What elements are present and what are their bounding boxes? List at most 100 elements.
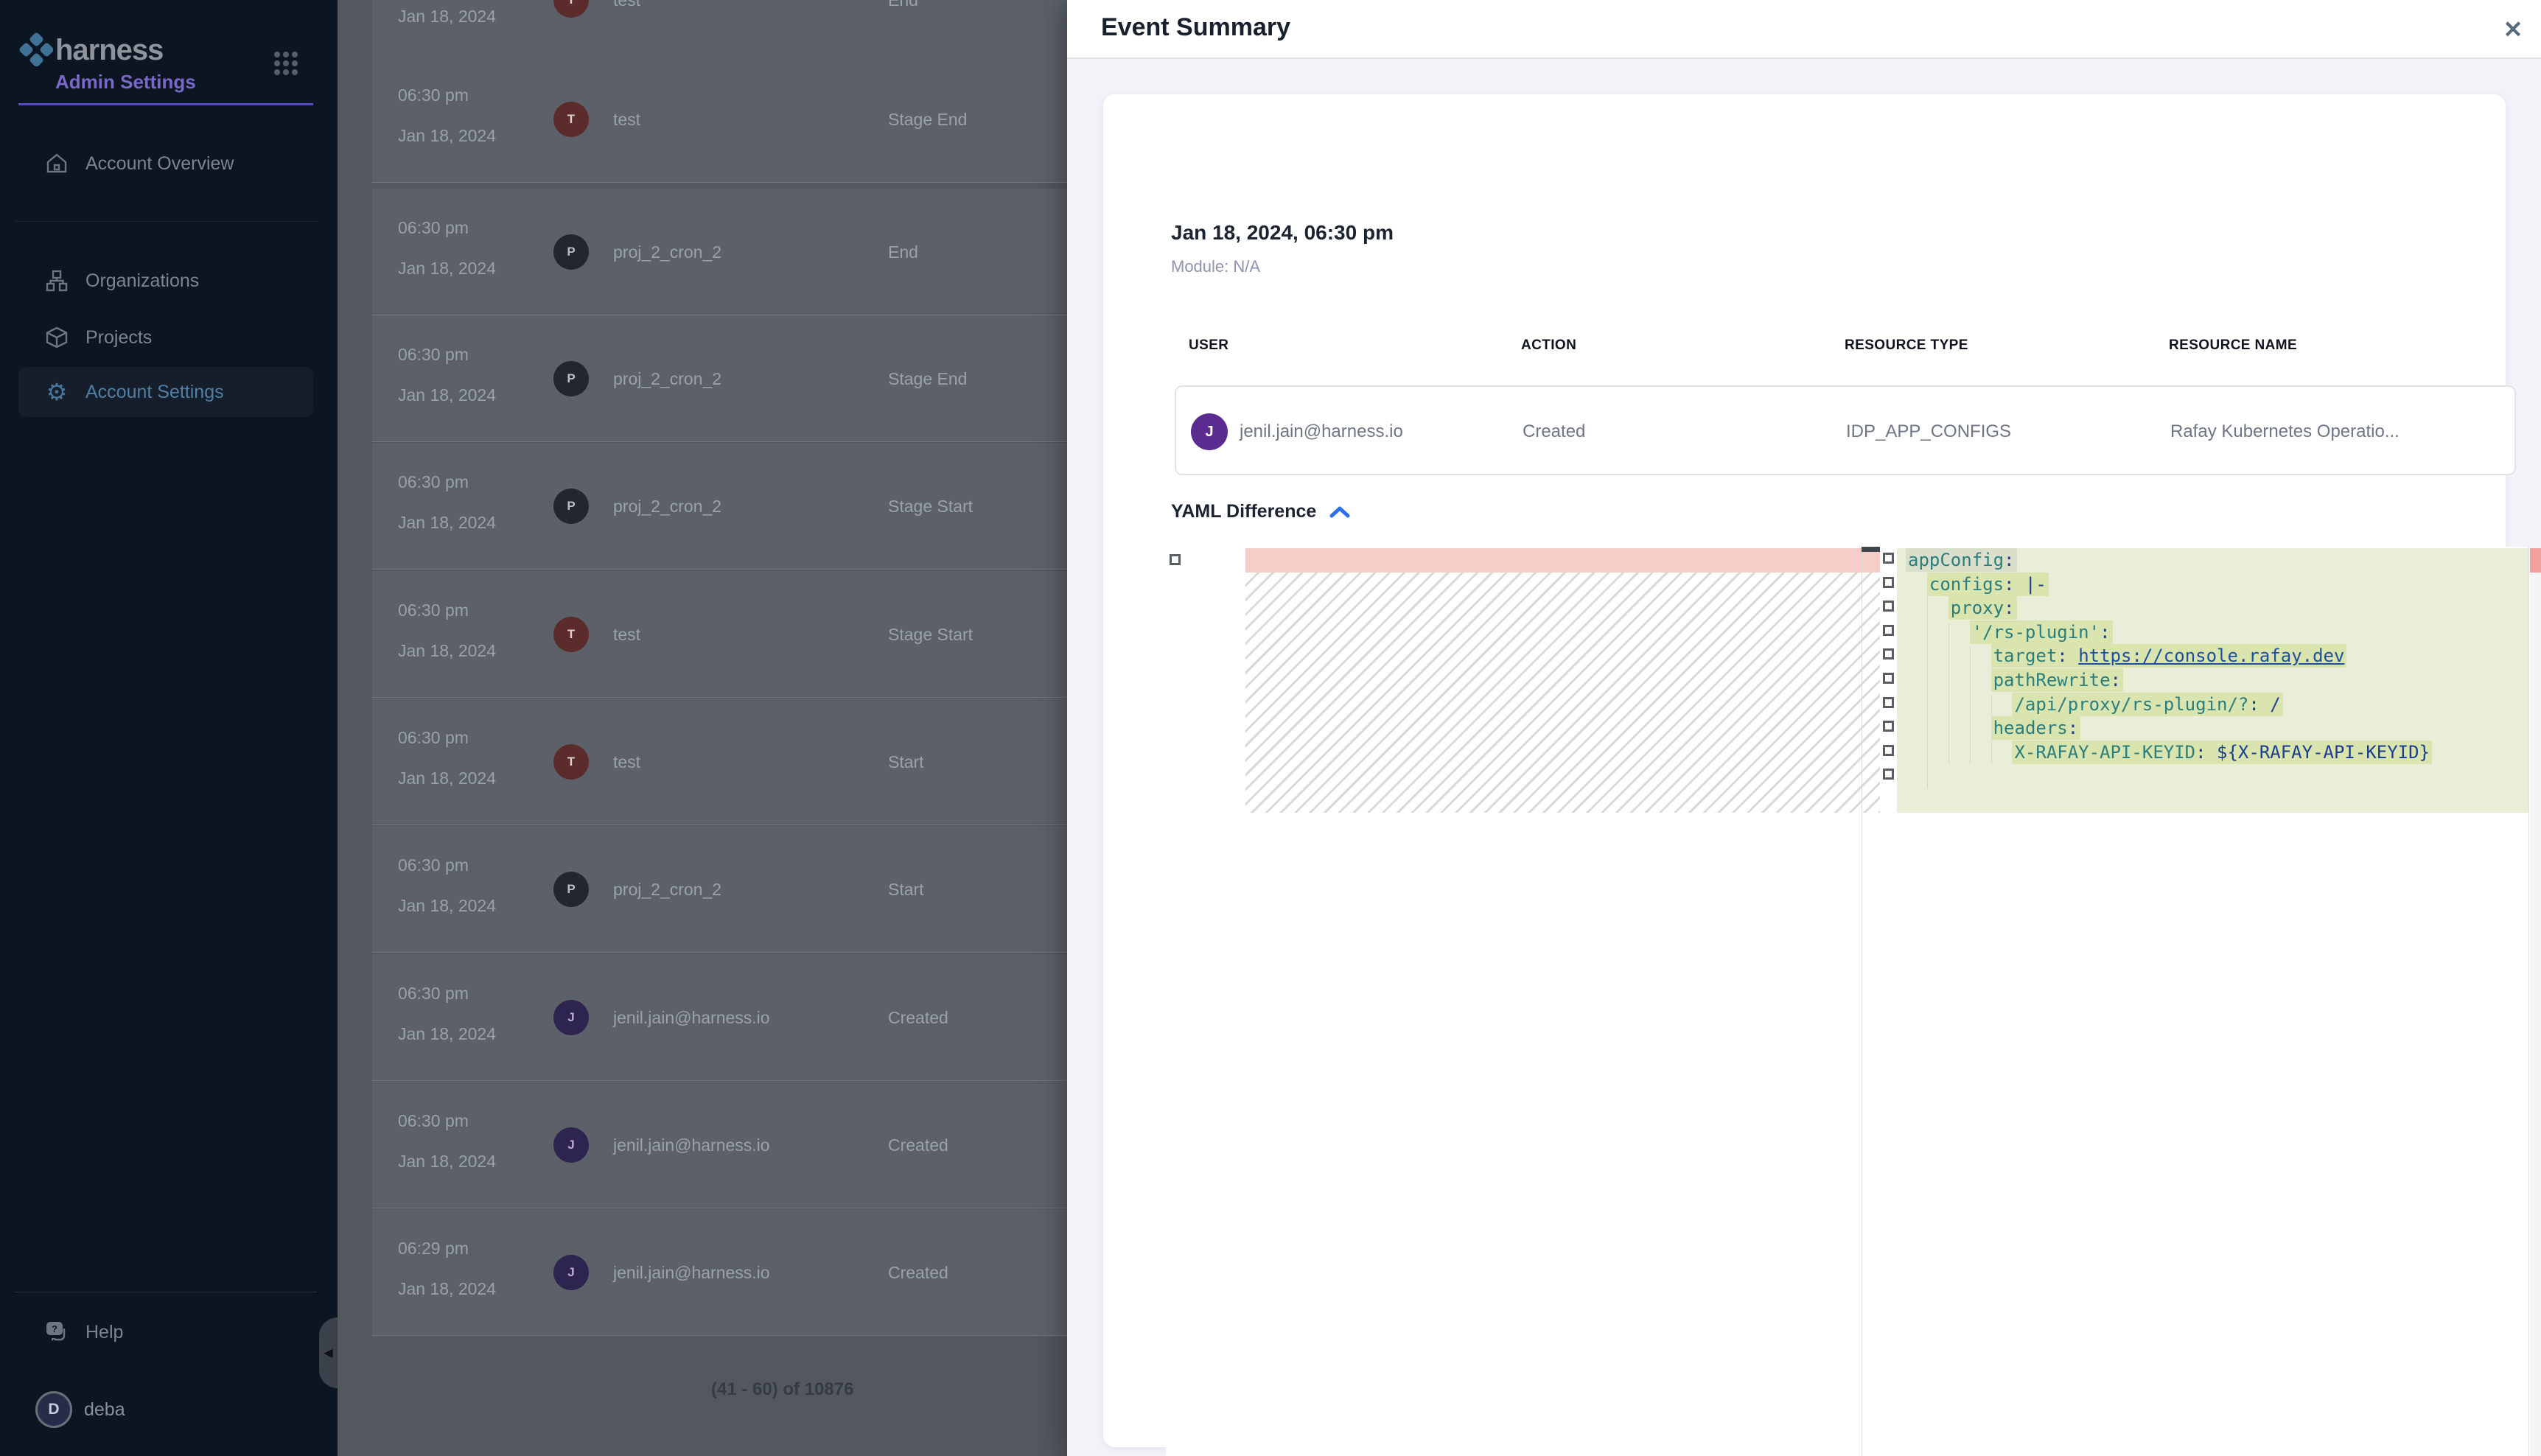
event-action: End bbox=[888, 242, 918, 262]
diff-gutter-marker[interactable] bbox=[1883, 673, 1894, 684]
sidebar-item-help[interactable]: ? Help bbox=[18, 1307, 313, 1357]
diff-gutter-marker[interactable] bbox=[1883, 745, 1894, 756]
diff-gutter-marker[interactable] bbox=[1883, 721, 1894, 732]
diff-token: |- bbox=[2025, 574, 2047, 595]
event-time: 06:30 pm bbox=[398, 1111, 469, 1131]
sidebar: harness Admin Settings Account Overview bbox=[0, 0, 338, 1456]
sidebar-item-label: Projects bbox=[85, 327, 152, 349]
sidebar-item-account-settings[interactable]: ⚙ Account Settings bbox=[18, 367, 313, 417]
diff-link[interactable]: https://console.rafay.dev bbox=[2078, 645, 2344, 666]
diff-code-line: pathRewrite: bbox=[1897, 668, 2528, 693]
diff-gutter-marker[interactable] bbox=[1883, 553, 1894, 564]
event-user-name: test bbox=[613, 110, 640, 130]
record-user: jenil.jain@harness.io bbox=[1240, 421, 1403, 442]
diff-gutter-marker[interactable] bbox=[1883, 625, 1894, 636]
event-date: Jan 18, 2024 bbox=[398, 1024, 496, 1044]
diff-empty-region bbox=[1245, 573, 1880, 813]
user-menu[interactable]: D deba bbox=[35, 1391, 125, 1428]
event-user-name: test bbox=[613, 752, 640, 772]
event-user-name: proj_2_cron_2 bbox=[613, 880, 721, 900]
diff-token: : bbox=[2004, 574, 2014, 595]
diff-gutter-marker[interactable] bbox=[1883, 769, 1894, 780]
event-action: Created bbox=[888, 1263, 948, 1283]
indent-guide-line bbox=[1927, 596, 1928, 788]
yaml-difference-toggle[interactable]: YAML Difference bbox=[1171, 501, 1316, 522]
event-summary-card: Jan 18, 2024, 06:30 pm Module: N/A USER … bbox=[1103, 94, 2506, 1447]
diff-gutter-marker[interactable] bbox=[1883, 697, 1894, 708]
diff-token: configs bbox=[1929, 574, 2004, 595]
sidebar-item-projects[interactable]: Projects bbox=[18, 312, 313, 363]
diff-code-line: '/rs-plugin': bbox=[1897, 620, 2528, 645]
event-time: 06:30 pm bbox=[398, 85, 469, 105]
event-time: 06:30 pm bbox=[398, 855, 469, 875]
diff-gutter-marker[interactable] bbox=[1883, 648, 1894, 659]
diff-token: : bbox=[2004, 550, 2014, 570]
diff-token: target bbox=[1993, 645, 2058, 666]
event-user-name: jenil.jain@harness.io bbox=[613, 1008, 770, 1028]
sidebar-collapse-handle[interactable]: ◀ bbox=[319, 1317, 338, 1388]
sidebar-item-label: Organizations bbox=[85, 270, 199, 292]
help-chat-icon: ? bbox=[44, 1320, 69, 1345]
diff-gutter-marker[interactable] bbox=[1170, 554, 1181, 565]
diff-token: : bbox=[2057, 645, 2067, 666]
event-time: 06:30 pm bbox=[398, 984, 469, 1004]
yaml-diff-editor[interactable]: appConfig:configs: |-proxy:'/rs-plugin':… bbox=[1166, 547, 2541, 1456]
drawer-header: Event Summary ✕ bbox=[1067, 0, 2541, 59]
avatar: J bbox=[1191, 413, 1228, 450]
event-time: 06:29 pm bbox=[398, 1239, 469, 1259]
event-time: 06:30 pm bbox=[398, 601, 469, 620]
event-date: Jan 18, 2024 bbox=[398, 7, 496, 27]
avatar: P bbox=[553, 872, 589, 907]
diff-token: pathRewrite bbox=[1993, 670, 2111, 690]
diff-char-highlight: proxy: bbox=[1948, 596, 2017, 620]
avatar: P bbox=[553, 361, 589, 396]
diff-code-line bbox=[1897, 788, 2528, 813]
diff-char-highlight: '/rs-plugin': bbox=[1970, 620, 2113, 644]
avatar: T bbox=[553, 617, 589, 652]
sidebar-item-label: Account Settings bbox=[85, 382, 224, 403]
event-user-name: proj_2_cron_2 bbox=[613, 497, 721, 517]
diff-char-highlight: X-RAFAY-API-KEYID: ${X-RAFAY-API-KEYID} bbox=[2012, 741, 2432, 764]
diff-gutter-marker[interactable] bbox=[1883, 601, 1894, 612]
module-grid-icon[interactable] bbox=[271, 49, 301, 78]
event-user-name: test bbox=[613, 0, 640, 10]
record-resource-type: IDP_APP_CONFIGS bbox=[1846, 421, 2011, 442]
diff-token: : bbox=[2068, 718, 2078, 738]
overview-ruler[interactable] bbox=[2530, 547, 2541, 1456]
event-time: 06:30 pm bbox=[398, 218, 469, 238]
diff-char-highlight: /api/proxy/rs-plugin/?: / bbox=[2012, 693, 2282, 716]
diff-token: / bbox=[2259, 694, 2281, 715]
event-date: Jan 18, 2024 bbox=[398, 1279, 496, 1299]
column-header-resource-type: RESOURCE TYPE bbox=[1845, 337, 1968, 354]
avatar: J bbox=[553, 1255, 589, 1290]
diff-token: ${X-RAFAY-API-KEYID} bbox=[2217, 742, 2430, 763]
event-user-name: jenil.jain@harness.io bbox=[613, 1135, 770, 1155]
event-action: Stage End bbox=[888, 369, 967, 389]
diff-gutter-marker[interactable] bbox=[1883, 577, 1894, 588]
diff-token: : bbox=[2195, 742, 2206, 763]
sidebar-item-label: Account Overview bbox=[85, 153, 234, 175]
diff-token: /api/proxy/rs-plugin/? bbox=[2014, 694, 2248, 715]
org-chart-icon bbox=[44, 268, 69, 293]
cube-icon bbox=[44, 325, 69, 350]
overview-ruler-delete-mark bbox=[2530, 548, 2541, 573]
column-header-user: USER bbox=[1189, 337, 1228, 354]
sidebar-item-organizations[interactable]: Organizations bbox=[18, 256, 313, 306]
sidebar-item-account-overview[interactable]: Account Overview bbox=[18, 139, 313, 189]
event-user-name: proj_2_cron_2 bbox=[613, 369, 721, 389]
indent-guide-line bbox=[1970, 645, 1971, 764]
chevron-up-icon[interactable] bbox=[1329, 505, 1350, 519]
event-date: Jan 18, 2024 bbox=[398, 513, 496, 533]
diff-token: X-RAFAY-API-KEYID bbox=[2014, 742, 2195, 763]
gear-icon: ⚙ bbox=[44, 379, 69, 405]
event-action: Start bbox=[888, 880, 924, 900]
close-icon[interactable]: ✕ bbox=[2495, 12, 2531, 47]
avatar: J bbox=[553, 1127, 589, 1163]
avatar: T bbox=[553, 744, 589, 780]
diff-token: appConfig bbox=[1908, 550, 2004, 570]
brand-row: harness bbox=[19, 32, 314, 69]
event-module: Module: N/A bbox=[1171, 257, 1260, 276]
avatar: J bbox=[553, 1000, 589, 1035]
avatar: T bbox=[553, 102, 589, 137]
brand-divider bbox=[18, 103, 313, 105]
